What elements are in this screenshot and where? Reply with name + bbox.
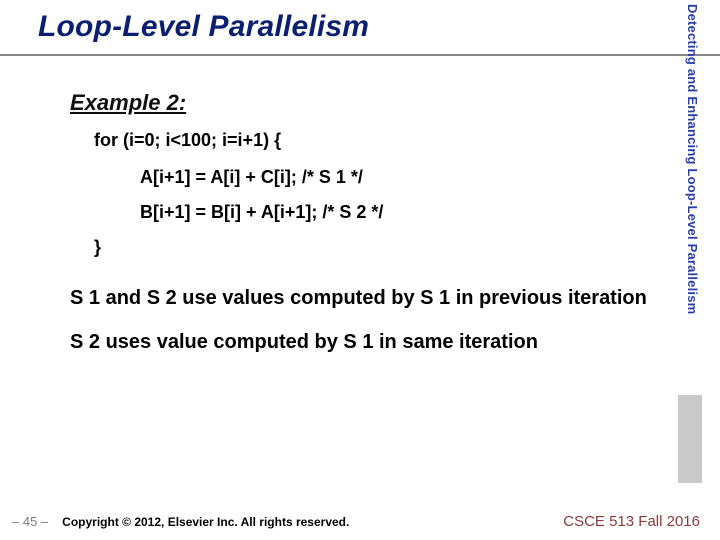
slide: Loop-Level Parallelism Detecting and Enh… [0, 0, 720, 540]
page-number: – 45 – [12, 514, 48, 529]
copyright-text: Copyright © 2012, Elsevier Inc. All righ… [62, 515, 563, 529]
paragraph-1: S 1 and S 2 use values computed by S 1 i… [70, 286, 670, 310]
code-close-brace: } [94, 237, 670, 258]
code-statement-2: B[i+1] = B[i] + A[i+1]; /* S 2 */ [140, 202, 670, 223]
sidebar-decoration-box [678, 395, 702, 483]
paragraph-2: S 2 uses value computed by S 1 in same i… [70, 330, 670, 354]
course-label: CSCE 513 Fall 2016 [563, 513, 700, 530]
footer: – 45 – Copyright © 2012, Elsevier Inc. A… [0, 513, 720, 530]
title-bar: Loop-Level Parallelism [0, 6, 720, 56]
example-heading: Example 2: [70, 90, 670, 116]
slide-title: Loop-Level Parallelism [38, 10, 720, 44]
slide-body: Example 2: for (i=0; i<100; i=i+1) { A[i… [70, 90, 670, 374]
section-label-vertical: Detecting and Enhancing Loop-Level Paral… [680, 4, 700, 394]
code-for-line: for (i=0; i<100; i=i+1) { [94, 130, 670, 151]
code-statement-1: A[i+1] = A[i] + C[i]; /* S 1 */ [140, 167, 670, 188]
